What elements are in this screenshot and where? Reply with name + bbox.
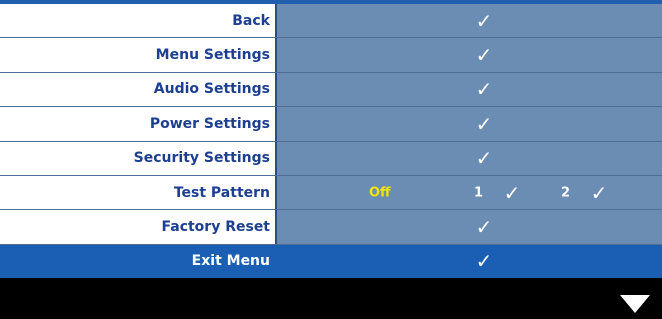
menu-item-power-settings[interactable]: Power Settings ✓ [0, 107, 662, 142]
menu-item-label: Factory Reset [0, 210, 277, 244]
menu-item-test-pattern[interactable]: Test Pattern Off 1 ✓ 2 ✓ [0, 175, 662, 211]
checkmark-icon: ✓ [475, 146, 493, 171]
checkmark-icon: ✓ [475, 249, 493, 274]
menu-item-exit-menu[interactable]: Exit Menu ✓ [0, 244, 662, 279]
menu-item-value: Off 1 ✓ 2 ✓ [277, 175, 662, 210]
menu-item-back[interactable]: Back ✓ [0, 4, 662, 39]
test-pattern-option-2[interactable]: 2 [561, 185, 570, 200]
menu-list: Back ✓ Menu Settings ✓ Audio Settings ✓ … [0, 4, 662, 279]
checkmark-icon: ✓ [475, 77, 493, 102]
bottom-bar [0, 286, 662, 319]
menu-item-menu-settings[interactable]: Menu Settings ✓ [0, 38, 662, 73]
test-pattern-off-option[interactable]: Off [369, 185, 391, 200]
menu-item-label: Test Pattern [0, 175, 277, 210]
checkmark-icon: ✓ [475, 215, 493, 240]
menu-item-value: ✓ [277, 38, 662, 72]
checkmark-icon: ✓ [475, 43, 493, 68]
checkmark-icon: ✓ [475, 8, 493, 33]
menu-item-label: Menu Settings [0, 38, 277, 72]
menu-item-label: Audio Settings [0, 72, 277, 107]
menu-item-security-settings[interactable]: Security Settings ✓ [0, 141, 662, 176]
checkmark-icon: ✓ [503, 180, 521, 205]
menu-item-value: ✓ [277, 141, 662, 175]
menu-item-audio-settings[interactable]: Audio Settings ✓ [0, 72, 662, 108]
test-pattern-option-1[interactable]: 1 [474, 185, 483, 200]
checkmark-icon: ✓ [590, 180, 608, 205]
menu-item-value: ✓ [277, 210, 662, 244]
projector-osd-menu: Back ✓ Menu Settings ✓ Audio Settings ✓ … [0, 0, 662, 319]
triangle-down-icon[interactable] [620, 295, 650, 313]
menu-item-value: ✓ [277, 244, 662, 279]
menu-item-factory-reset[interactable]: Factory Reset ✓ [0, 210, 662, 245]
menu-item-label: Exit Menu [0, 244, 277, 279]
menu-item-value: ✓ [277, 72, 662, 107]
checkmark-icon: ✓ [475, 111, 493, 136]
menu-item-label: Power Settings [0, 107, 277, 141]
menu-item-label: Security Settings [0, 141, 277, 175]
menu-item-value: ✓ [277, 107, 662, 141]
menu-item-label: Back [0, 4, 277, 38]
menu-item-value: ✓ [277, 4, 662, 38]
